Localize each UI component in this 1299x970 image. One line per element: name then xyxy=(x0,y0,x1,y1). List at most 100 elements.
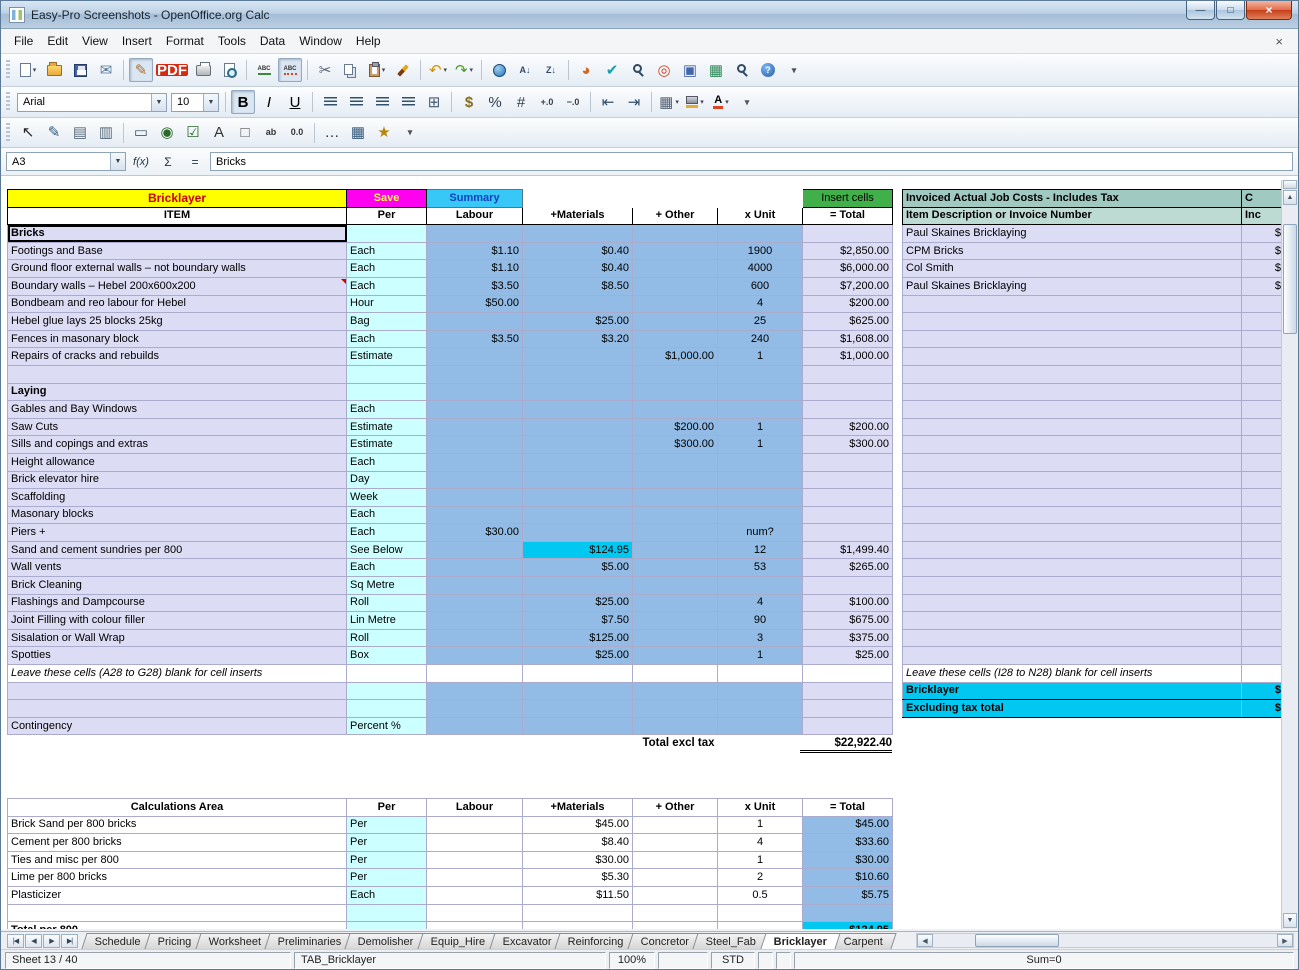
horizontal-scrollbar[interactable]: ◀ ▶ xyxy=(916,933,1294,948)
menu-help[interactable]: Help xyxy=(349,31,388,51)
cell[interactable] xyxy=(523,922,633,929)
font-name-combobox[interactable]: Arial ▼ xyxy=(17,93,167,112)
cell[interactable]: CPM Bricks xyxy=(903,242,1242,260)
cell[interactable] xyxy=(803,383,893,401)
cell[interactable] xyxy=(1242,471,1285,489)
print-icon[interactable] xyxy=(191,58,215,82)
cell[interactable] xyxy=(8,682,347,700)
status-field[interactable] xyxy=(758,952,773,969)
sheet-name[interactable]: TAB_Bricklayer xyxy=(294,952,606,969)
sheet-tab-bricklayer[interactable]: Bricklayer xyxy=(760,933,840,949)
cell[interactable] xyxy=(427,647,523,665)
gallery-icon[interactable]: ▣ xyxy=(678,58,702,82)
cell[interactable]: $30.00 xyxy=(803,851,893,869)
status-field[interactable] xyxy=(776,952,791,969)
cell[interactable] xyxy=(903,489,1242,507)
cell[interactable] xyxy=(633,922,718,929)
cell[interactable]: $ xyxy=(1242,277,1285,295)
more-controls-icon[interactable]: … xyxy=(320,121,344,145)
cell[interactable] xyxy=(427,471,523,489)
cell[interactable]: $7.50 xyxy=(523,612,633,630)
cell[interactable] xyxy=(427,383,523,401)
cell[interactable] xyxy=(903,471,1242,489)
calc-header-labour[interactable]: Labour xyxy=(427,799,523,817)
sheet-tab-worksheet[interactable]: Worksheet xyxy=(195,933,275,949)
cell[interactable] xyxy=(1242,665,1285,683)
cell[interactable]: $5.75 xyxy=(803,886,893,904)
cell[interactable]: $33.60 xyxy=(803,834,893,852)
cell[interactable]: Hebel glue lays 25 blocks 25kg xyxy=(8,313,347,331)
cell[interactable] xyxy=(1242,418,1285,436)
cell[interactable] xyxy=(633,869,718,887)
cell[interactable] xyxy=(347,682,427,700)
cell[interactable] xyxy=(903,612,1242,630)
borders-icon[interactable]: ▦▾ xyxy=(657,90,681,114)
cell[interactable] xyxy=(803,489,893,507)
cell[interactable] xyxy=(523,471,633,489)
invoice-description-header[interactable]: Item Description or Invoice Number xyxy=(903,207,1242,225)
cell[interactable] xyxy=(718,682,803,700)
cell[interactable] xyxy=(427,225,523,243)
cell[interactable]: Roll xyxy=(347,594,427,612)
cell[interactable] xyxy=(1242,647,1285,665)
cell[interactable]: See Below xyxy=(347,541,427,559)
cell[interactable] xyxy=(903,629,1242,647)
cell[interactable]: Each xyxy=(347,506,427,524)
spreadsheet-area[interactable]: Bricklayer Save Summary Insert cells ITE… xyxy=(1,176,1298,929)
cell[interactable] xyxy=(523,489,633,507)
menu-format[interactable]: Format xyxy=(159,31,211,51)
cell[interactable] xyxy=(903,577,1242,595)
cell[interactable] xyxy=(8,365,347,383)
cell[interactable]: 4000 xyxy=(718,260,803,278)
cell[interactable] xyxy=(633,629,718,647)
cell[interactable] xyxy=(523,577,633,595)
cell[interactable]: Each xyxy=(347,401,427,419)
cell[interactable] xyxy=(718,904,803,922)
cell[interactable]: $25.00 xyxy=(803,647,893,665)
close-document-icon[interactable]: × xyxy=(1266,34,1292,49)
cell[interactable] xyxy=(1242,489,1285,507)
cell[interactable]: Each xyxy=(347,242,427,260)
menu-window[interactable]: Window xyxy=(292,31,349,51)
cell[interactable] xyxy=(523,295,633,313)
calc-header-other[interactable]: + Other xyxy=(633,799,718,817)
cell[interactable] xyxy=(347,383,427,401)
cell[interactable]: $265.00 xyxy=(803,559,893,577)
cell[interactable]: $200.00 xyxy=(803,418,893,436)
align-justified-icon[interactable] xyxy=(396,90,420,114)
cell[interactable]: $6,000.00 xyxy=(803,260,893,278)
save-macro-button[interactable]: Save xyxy=(347,190,427,208)
number-currency-icon[interactable]: $ xyxy=(457,90,481,114)
cell[interactable] xyxy=(1242,348,1285,366)
cell[interactable] xyxy=(523,682,633,700)
cell[interactable] xyxy=(718,506,803,524)
cell[interactable]: Estimate xyxy=(347,348,427,366)
cell[interactable] xyxy=(633,594,718,612)
redo-icon[interactable]: ↷▾ xyxy=(452,58,476,82)
last-sheet-button[interactable]: ▶| xyxy=(61,934,78,948)
cell[interactable]: 0.5 xyxy=(718,886,803,904)
cell[interactable] xyxy=(633,886,718,904)
invoiced-costs-header-cut[interactable]: C xyxy=(1242,190,1285,208)
cell[interactable] xyxy=(903,524,1242,542)
cell[interactable] xyxy=(427,816,523,834)
cell[interactable] xyxy=(523,401,633,419)
cell[interactable]: $25.00 xyxy=(523,594,633,612)
cell[interactable]: $300.00 xyxy=(803,436,893,454)
cell[interactable] xyxy=(903,453,1242,471)
cell[interactable]: Contingency xyxy=(8,717,347,735)
cell[interactable]: $ xyxy=(1242,260,1285,278)
cell[interactable]: $2,850.00 xyxy=(803,242,893,260)
cell[interactable] xyxy=(803,225,893,243)
cell[interactable]: Percent % xyxy=(347,717,427,735)
cell[interactable] xyxy=(633,295,718,313)
cell[interactable] xyxy=(903,418,1242,436)
cell[interactable] xyxy=(718,665,803,683)
cell[interactable] xyxy=(427,904,523,922)
scroll-down-icon[interactable]: ▼ xyxy=(1283,913,1297,928)
cell[interactable] xyxy=(523,700,633,718)
first-sheet-button[interactable]: |◀ xyxy=(7,934,24,948)
calc-header-per[interactable]: Per xyxy=(347,799,427,817)
copy-icon[interactable] xyxy=(339,58,363,82)
cell[interactable] xyxy=(633,541,718,559)
